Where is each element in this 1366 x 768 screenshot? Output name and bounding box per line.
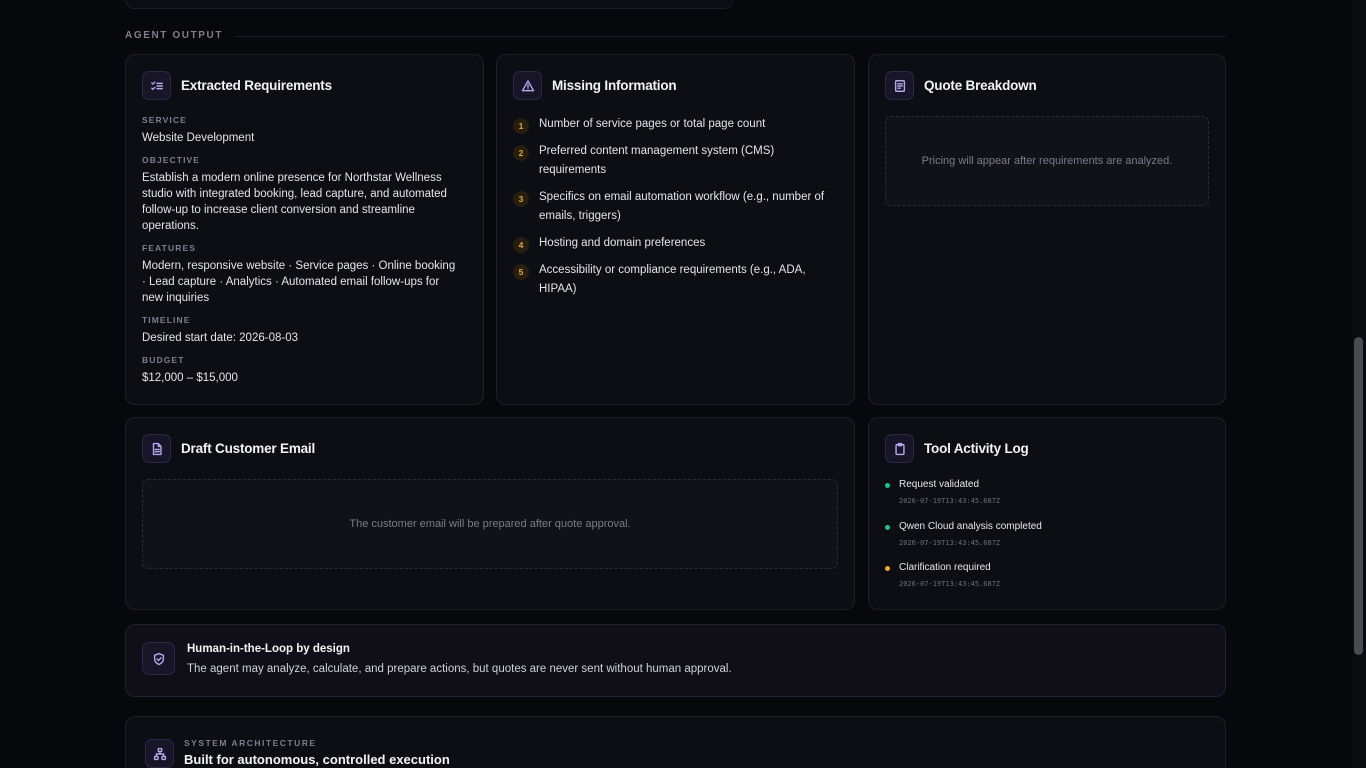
email-placeholder: The customer email will be prepared afte… bbox=[142, 479, 838, 569]
card-title: Quote Breakdown bbox=[924, 78, 1037, 93]
log-entry-title: Request validated bbox=[899, 479, 980, 490]
list-item-text: Accessibility or compliance requirements… bbox=[539, 264, 806, 295]
requirements-fields: SERVICE Website Development OBJECTIVE Es… bbox=[142, 115, 462, 395]
activity-log-list: Request validated 2026-07-19T13:43:45.68… bbox=[885, 478, 1185, 603]
tool-activity-log-card: Tool Activity Log Request validated 2026… bbox=[868, 417, 1226, 610]
previous-card-edge bbox=[125, 0, 733, 9]
extracted-requirements-card: Extracted Requirements SERVICE Website D… bbox=[125, 54, 484, 405]
item-number-badge: 1 bbox=[513, 118, 529, 134]
status-dot bbox=[885, 483, 890, 488]
document-icon bbox=[142, 434, 171, 463]
missing-information-card: Missing Information 1 Number of service p… bbox=[496, 54, 855, 405]
field-label-timeline: TIMELINE bbox=[142, 315, 191, 325]
card-title: Draft Customer Email bbox=[181, 441, 316, 456]
log-entry: Request validated 2026-07-19T13:43:45.68… bbox=[885, 478, 1185, 520]
log-entry-timestamp: 2026-07-19T13:43:45.687Z bbox=[899, 580, 1001, 588]
log-entry-timestamp: 2026-07-19T13:43:45.687Z bbox=[899, 538, 1001, 547]
log-entry-title: Qwen Cloud analysis completed bbox=[899, 520, 1042, 532]
human-in-the-loop-banner: Human-in-the-Loop by design The agent ma… bbox=[125, 624, 1226, 697]
log-entry: Qwen Cloud analysis completed 2026-07-19… bbox=[885, 520, 1185, 562]
status-dot bbox=[885, 524, 890, 530]
item-number-badge: 4 bbox=[513, 237, 529, 253]
field-label-features: FEATURES bbox=[142, 243, 196, 253]
item-number-badge: 3 bbox=[513, 191, 529, 207]
field-value-objective: Establish a modern online presence for N… bbox=[142, 172, 447, 232]
field-value-service: Website Development bbox=[142, 132, 255, 144]
network-icon bbox=[145, 739, 174, 768]
alert-triangle-icon bbox=[513, 71, 542, 100]
list-item: 5 Accessibility or compliance requirement… bbox=[513, 263, 833, 299]
scrollbar-thumb[interactable] bbox=[1354, 337, 1363, 655]
field-value-features: Modern, responsive website · Service pag… bbox=[142, 260, 456, 304]
field-value-budget: $12,000 – $15,000 bbox=[142, 372, 238, 384]
field-label-service: SERVICE bbox=[142, 115, 187, 125]
list-item-text: Specifics on email automation workflow (… bbox=[539, 191, 825, 222]
status-dot bbox=[885, 566, 890, 571]
missing-info-list: 1 Number of service pages or total page c… bbox=[513, 117, 833, 309]
section-divider bbox=[235, 35, 1226, 37]
banner-title: Human-in-the-Loop by design bbox=[187, 643, 350, 655]
list-item-text: Hosting and domain preferences bbox=[539, 237, 706, 249]
field-value-timeline: Desired start date: 2026-08-03 bbox=[142, 332, 298, 344]
system-architecture-card: SYSTEM ARCHITECTURE Built for autonomous… bbox=[125, 716, 1226, 768]
quote-breakdown-card: Quote Breakdown Pricing will appear afte… bbox=[868, 54, 1226, 405]
list-item-text: Number of service pages or total page co… bbox=[539, 118, 766, 130]
receipt-icon bbox=[885, 71, 914, 100]
list-check-icon bbox=[142, 71, 171, 100]
clipboard-icon bbox=[885, 434, 914, 463]
draft-email-card: Draft Customer Email The customer email … bbox=[125, 417, 855, 610]
field-label-budget: BUDGET bbox=[142, 355, 185, 365]
shield-check-icon bbox=[142, 642, 175, 675]
card-title: Extracted Requirements bbox=[181, 78, 332, 93]
architecture-title: Built for autonomous, controlled executi… bbox=[184, 752, 450, 767]
log-entry: Clarification required 2026-07-19T13:43:… bbox=[885, 561, 1185, 603]
banner-text: The agent may analyze, calculate, and pr… bbox=[187, 663, 732, 675]
log-entry-title: Clarification required bbox=[899, 562, 991, 573]
field-label-objective: OBJECTIVE bbox=[142, 155, 201, 165]
quote-placeholder: Pricing will appear after requirements a… bbox=[885, 116, 1209, 206]
list-item-text: Preferred content management system (CMS… bbox=[539, 145, 775, 176]
page-scrollbar[interactable] bbox=[1351, 0, 1366, 768]
item-number-badge: 2 bbox=[513, 145, 529, 161]
list-item: 3 Specifics on email automation workflow … bbox=[513, 190, 833, 226]
card-title: Tool Activity Log bbox=[924, 441, 1029, 456]
list-item: 2 Preferred content management system (CM… bbox=[513, 144, 833, 180]
list-item: 4 Hosting and domain preferences bbox=[513, 236, 833, 253]
agent-output-header: AGENT OUTPUT bbox=[125, 28, 1226, 42]
item-number-badge: 5 bbox=[513, 264, 529, 280]
architecture-label: SYSTEM ARCHITECTURE bbox=[184, 738, 317, 748]
log-entry-timestamp: 2026-07-19T13:43:45.687Z bbox=[899, 497, 1001, 505]
card-title: Missing Information bbox=[552, 78, 677, 93]
list-item: 1 Number of service pages or total page c… bbox=[513, 117, 833, 134]
section-label: AGENT OUTPUT bbox=[125, 29, 224, 41]
